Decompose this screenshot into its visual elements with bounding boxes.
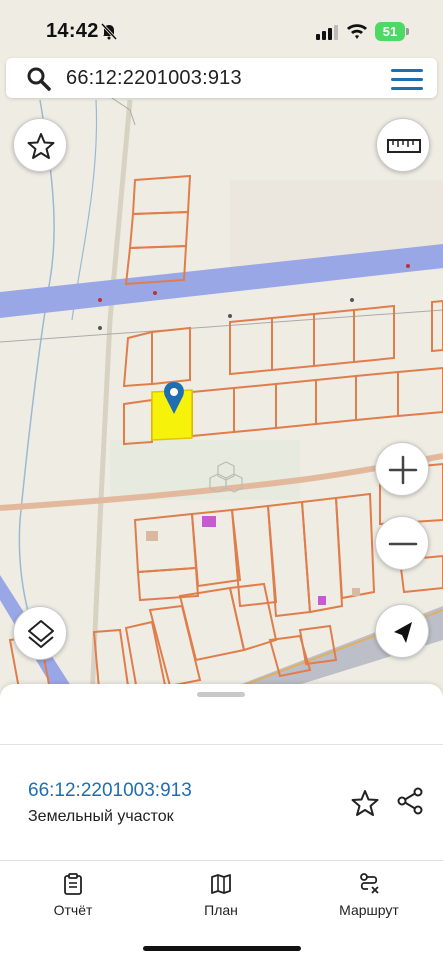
tab-plan[interactable]: План: [166, 872, 276, 922]
layers-button[interactable]: [13, 606, 67, 660]
zoom-in-icon: [388, 455, 418, 485]
tab-route[interactable]: Маршрут: [314, 872, 424, 922]
battery-icon: 51: [375, 22, 409, 41]
tab-bar: Отчёт План Маршрут: [0, 862, 443, 960]
tab-report[interactable]: Отчёт: [18, 872, 128, 922]
zoom-in-button[interactable]: [375, 442, 429, 496]
zoom-out-button[interactable]: [375, 516, 429, 570]
favorite-icon: [27, 133, 55, 159]
signal-icon: [316, 25, 338, 40]
star-icon[interactable]: [350, 788, 380, 818]
share-icon[interactable]: [395, 786, 425, 816]
home-indicator: [143, 946, 301, 951]
ruler-icon: [387, 139, 421, 153]
map-view[interactable]: [0, 0, 443, 700]
map-icon: [211, 874, 231, 894]
layers-icon: [28, 620, 54, 648]
sheet-drag-handle[interactable]: [197, 692, 245, 697]
locate-button[interactable]: [375, 604, 429, 658]
favorite-button[interactable]: [13, 118, 67, 172]
status-time: 14:42: [46, 20, 99, 42]
cadastral-map: [0, 89, 443, 700]
route-icon: [360, 873, 379, 894]
tab-label: Маршрут: [339, 902, 399, 918]
search-bar[interactable]: 66:12:2201003:913: [6, 58, 437, 98]
parcel-type-label: Земельный участок: [28, 808, 174, 825]
tab-label: План: [204, 902, 238, 918]
search-icon[interactable]: [26, 66, 52, 92]
clipboard-icon: [64, 873, 82, 895]
bell-off-icon: [100, 22, 118, 40]
parcel-info-sheet[interactable]: 66:12:2201003:913 Земельный участок: [0, 684, 443, 862]
menu-icon[interactable]: [391, 68, 423, 90]
ruler-button[interactable]: [376, 118, 430, 172]
tab-label: Отчёт: [53, 902, 93, 918]
search-input[interactable]: 66:12:2201003:913: [66, 67, 242, 90]
wifi-icon: [347, 24, 367, 39]
parcel-number-link[interactable]: 66:12:2201003:913: [28, 780, 192, 802]
status-bar: 14:42 51: [0, 0, 443, 56]
divider: [0, 860, 443, 861]
zoom-out-icon: [388, 542, 418, 546]
navigation-arrow-icon: [394, 622, 412, 643]
divider: [0, 744, 443, 745]
